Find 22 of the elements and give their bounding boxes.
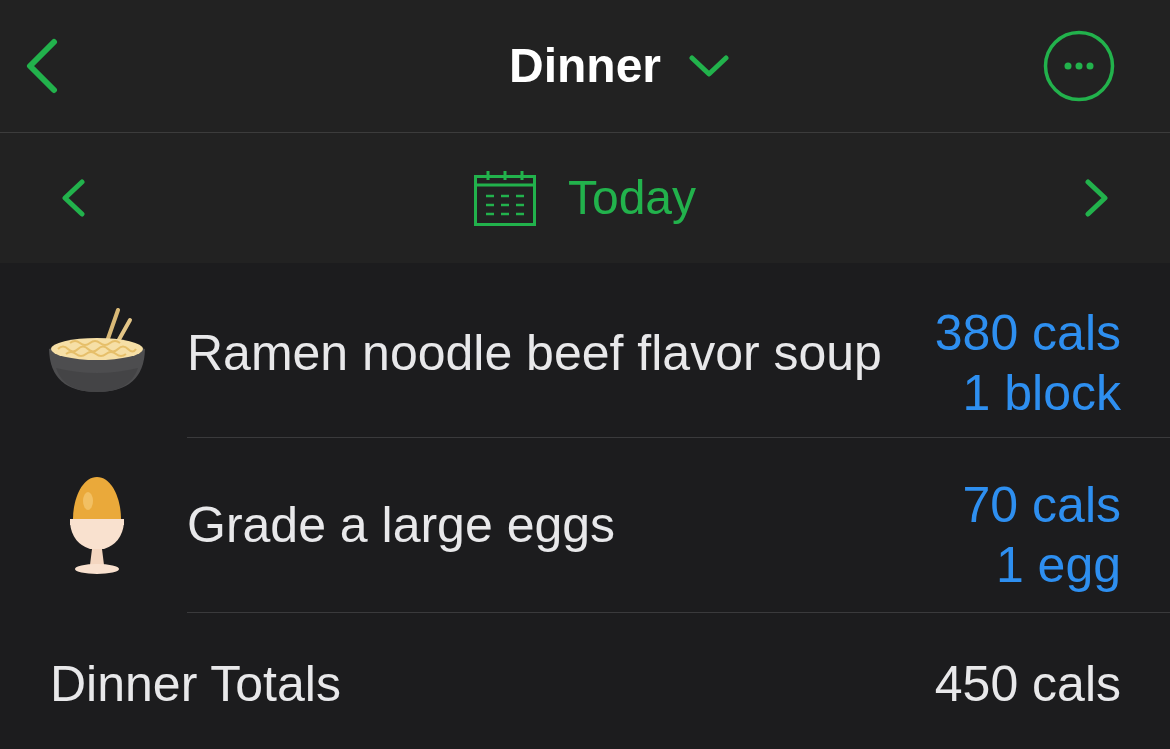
- calendar-icon: [473, 170, 536, 226]
- back-button[interactable]: [25, 38, 59, 94]
- previous-day-button[interactable]: [60, 179, 86, 217]
- calorie-amount: 380 cals: [934, 303, 1121, 363]
- caret-icon: [689, 55, 729, 77]
- serving-size: 1 block: [962, 363, 1121, 423]
- totals-label: Dinner Totals: [50, 655, 341, 714]
- date-button[interactable]: Today: [473, 170, 697, 226]
- more-button[interactable]: [1043, 30, 1115, 102]
- calorie-amount: 70 cals: [962, 476, 1121, 535]
- chevron-left-icon: [60, 179, 86, 217]
- egg-cup-icon: [69, 476, 124, 575]
- meal-title-button[interactable]: Dinner: [509, 38, 729, 94]
- serving-size: 1 egg: [995, 536, 1121, 595]
- food-name: Ramen noodle beef flavor soup: [187, 323, 882, 383]
- back-chevron-icon: [25, 38, 59, 94]
- chevron-right-icon: [1084, 179, 1110, 217]
- more-icon: [1043, 30, 1115, 102]
- noodle-bowl-icon: [47, 307, 146, 394]
- food-name: Grade a large eggs: [187, 496, 616, 555]
- next-day-button[interactable]: [1084, 179, 1110, 217]
- totals-calories: 450 cals: [934, 655, 1121, 714]
